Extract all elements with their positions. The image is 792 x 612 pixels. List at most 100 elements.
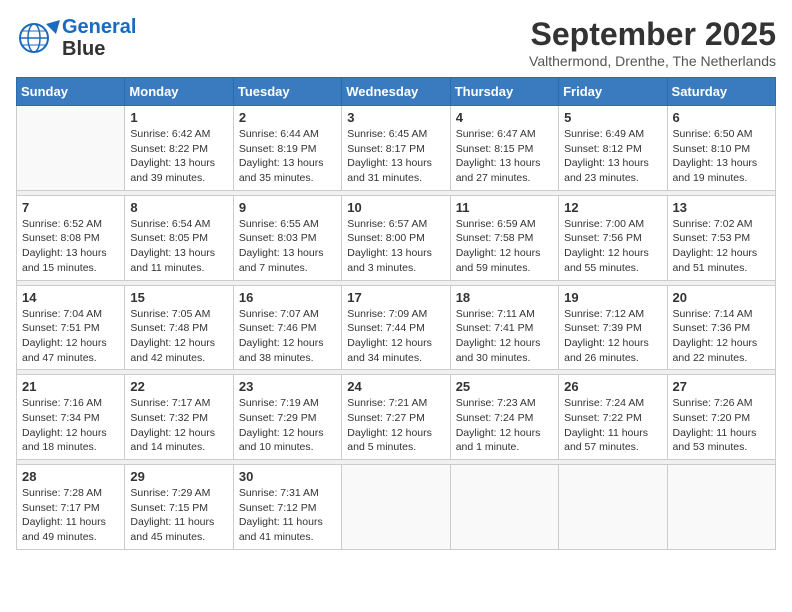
calendar-cell: 21 Sunrise: 7:16 AMSunset: 7:34 PMDayligh… (17, 375, 125, 460)
calendar-cell: 27Sunrise: 7:26 AMSunset: 7:20 PMDayligh… (667, 375, 775, 460)
title-block: September 2025 Valthermond, Drenthe, The… (529, 16, 776, 69)
calendar-week-row: 21 Sunrise: 7:16 AMSunset: 7:34 PMDayligh… (17, 375, 776, 460)
day-number: 20 (673, 290, 770, 305)
day-info: Sunrise: 7:12 AMSunset: 7:39 PMDaylight:… (564, 307, 661, 366)
location-subtitle: Valthermond, Drenthe, The Netherlands (529, 53, 776, 69)
day-number: 3 (347, 110, 444, 125)
calendar-cell: 7 Sunrise: 6:52 AMSunset: 8:08 PMDaylight… (17, 195, 125, 280)
calendar-cell: 1Sunrise: 6:42 AMSunset: 8:22 PMDaylight… (125, 106, 233, 191)
day-info: Sunrise: 6:47 AMSunset: 8:15 PMDaylight:… (456, 127, 553, 186)
day-number: 9 (239, 200, 336, 215)
calendar-cell (667, 465, 775, 550)
weekday-header: Thursday (450, 78, 558, 106)
day-info: Sunrise: 6:57 AMSunset: 8:00 PMDaylight:… (347, 217, 444, 276)
calendar-cell: 25 Sunrise: 7:23 AMSunset: 7:24 PMDayligh… (450, 375, 558, 460)
weekday-header: Friday (559, 78, 667, 106)
calendar-cell: 10 Sunrise: 6:57 AMSunset: 8:00 PMDayligh… (342, 195, 450, 280)
day-info: Sunrise: 7:24 AMSunset: 7:22 PMDaylight:… (564, 396, 661, 455)
weekday-header: Monday (125, 78, 233, 106)
logo-blue: Blue (62, 38, 136, 60)
day-info: Sunrise: 7:28 AMSunset: 7:17 PMDaylight:… (22, 486, 119, 545)
calendar-cell: 18Sunrise: 7:11 AMSunset: 7:41 PMDayligh… (450, 285, 558, 370)
day-info: Sunrise: 6:45 AMSunset: 8:17 PMDaylight:… (347, 127, 444, 186)
calendar-cell: 29Sunrise: 7:29 AMSunset: 7:15 PMDayligh… (125, 465, 233, 550)
day-number: 7 (22, 200, 119, 215)
calendar-cell: 23 Sunrise: 7:19 AMSunset: 7:29 PMDayligh… (233, 375, 341, 460)
day-info: Sunrise: 6:42 AMSunset: 8:22 PMDaylight:… (130, 127, 227, 186)
weekday-header: Sunday (17, 78, 125, 106)
logo: General Blue (16, 16, 136, 60)
weekday-header: Tuesday (233, 78, 341, 106)
calendar-cell: 12 Sunrise: 7:00 AMSunset: 7:56 PMDayligh… (559, 195, 667, 280)
calendar-week-row: 1Sunrise: 6:42 AMSunset: 8:22 PMDaylight… (17, 106, 776, 191)
calendar-cell (342, 465, 450, 550)
calendar-week-row: 28 Sunrise: 7:28 AMSunset: 7:17 PMDayligh… (17, 465, 776, 550)
logo-general: General (62, 16, 136, 38)
day-number: 11 (456, 200, 553, 215)
calendar-cell: 5 Sunrise: 6:49 AMSunset: 8:12 PMDaylight… (559, 106, 667, 191)
day-info: Sunrise: 7:23 AMSunset: 7:24 PMDaylight:… (456, 396, 553, 455)
calendar-week-row: 14Sunrise: 7:04 AMSunset: 7:51 PMDayligh… (17, 285, 776, 370)
day-number: 15 (130, 290, 227, 305)
day-number: 2 (239, 110, 336, 125)
day-info: Sunrise: 6:44 AMSunset: 8:19 PMDaylight:… (239, 127, 336, 186)
calendar-cell: 8Sunrise: 6:54 AMSunset: 8:05 PMDaylight… (125, 195, 233, 280)
day-number: 10 (347, 200, 444, 215)
day-info: Sunrise: 7:21 AMSunset: 7:27 PMDaylight:… (347, 396, 444, 455)
calendar-cell: 30Sunrise: 7:31 AMSunset: 7:12 PMDayligh… (233, 465, 341, 550)
day-number: 16 (239, 290, 336, 305)
day-info: Sunrise: 7:16 AMSunset: 7:34 PMDaylight:… (22, 396, 119, 455)
day-number: 27 (673, 379, 770, 394)
calendar-cell: 6Sunrise: 6:50 AMSunset: 8:10 PMDaylight… (667, 106, 775, 191)
day-info: Sunrise: 7:00 AMSunset: 7:56 PMDaylight:… (564, 217, 661, 276)
day-info: Sunrise: 6:49 AMSunset: 8:12 PMDaylight:… (564, 127, 661, 186)
calendar-cell: 16 Sunrise: 7:07 AMSunset: 7:46 PMDayligh… (233, 285, 341, 370)
day-info: Sunrise: 6:54 AMSunset: 8:05 PMDaylight:… (130, 217, 227, 276)
day-number: 17 (347, 290, 444, 305)
day-info: Sunrise: 7:29 AMSunset: 7:15 PMDaylight:… (130, 486, 227, 545)
day-info: Sunrise: 7:17 AMSunset: 7:32 PMDaylight:… (130, 396, 227, 455)
day-number: 24 (347, 379, 444, 394)
calendar-cell: 13Sunrise: 7:02 AMSunset: 7:53 PMDayligh… (667, 195, 775, 280)
calendar-cell: 28 Sunrise: 7:28 AMSunset: 7:17 PMDayligh… (17, 465, 125, 550)
calendar-header-row: SundayMondayTuesdayWednesdayThursdayFrid… (17, 78, 776, 106)
day-info: Sunrise: 7:19 AMSunset: 7:29 PMDaylight:… (239, 396, 336, 455)
day-number: 21 (22, 379, 119, 394)
calendar-cell: 22Sunrise: 7:17 AMSunset: 7:32 PMDayligh… (125, 375, 233, 460)
calendar-cell (450, 465, 558, 550)
calendar-cell: 9Sunrise: 6:55 AMSunset: 8:03 PMDaylight… (233, 195, 341, 280)
calendar-cell (559, 465, 667, 550)
calendar-cell: 24 Sunrise: 7:21 AMSunset: 7:27 PMDayligh… (342, 375, 450, 460)
day-info: Sunrise: 7:14 AMSunset: 7:36 PMDaylight:… (673, 307, 770, 366)
day-info: Sunrise: 7:09 AMSunset: 7:44 PMDaylight:… (347, 307, 444, 366)
day-number: 23 (239, 379, 336, 394)
month-title: September 2025 (529, 16, 776, 53)
day-number: 5 (564, 110, 661, 125)
calendar-cell: 4 Sunrise: 6:47 AMSunset: 8:15 PMDaylight… (450, 106, 558, 191)
day-info: Sunrise: 7:07 AMSunset: 7:46 PMDaylight:… (239, 307, 336, 366)
day-number: 28 (22, 469, 119, 484)
day-number: 4 (456, 110, 553, 125)
calendar-cell: 14Sunrise: 7:04 AMSunset: 7:51 PMDayligh… (17, 285, 125, 370)
calendar-cell: 19 Sunrise: 7:12 AMSunset: 7:39 PMDayligh… (559, 285, 667, 370)
day-number: 12 (564, 200, 661, 215)
day-info: Sunrise: 6:59 AMSunset: 7:58 PMDaylight:… (456, 217, 553, 276)
day-number: 19 (564, 290, 661, 305)
weekday-header: Wednesday (342, 78, 450, 106)
calendar-cell: 20 Sunrise: 7:14 AMSunset: 7:36 PMDayligh… (667, 285, 775, 370)
calendar-cell: 26 Sunrise: 7:24 AMSunset: 7:22 PMDayligh… (559, 375, 667, 460)
day-number: 25 (456, 379, 553, 394)
logo-icon (16, 20, 60, 56)
calendar-cell: 2 Sunrise: 6:44 AMSunset: 8:19 PMDaylight… (233, 106, 341, 191)
calendar-week-row: 7 Sunrise: 6:52 AMSunset: 8:08 PMDaylight… (17, 195, 776, 280)
day-number: 26 (564, 379, 661, 394)
weekday-header: Saturday (667, 78, 775, 106)
calendar-cell: 3 Sunrise: 6:45 AMSunset: 8:17 PMDaylight… (342, 106, 450, 191)
day-info: Sunrise: 7:02 AMSunset: 7:53 PMDaylight:… (673, 217, 770, 276)
calendar-cell (17, 106, 125, 191)
day-number: 14 (22, 290, 119, 305)
day-info: Sunrise: 6:50 AMSunset: 8:10 PMDaylight:… (673, 127, 770, 186)
page-header: General Blue September 2025 Valthermond,… (16, 16, 776, 69)
calendar-table: SundayMondayTuesdayWednesdayThursdayFrid… (16, 77, 776, 550)
day-info: Sunrise: 6:52 AMSunset: 8:08 PMDaylight:… (22, 217, 119, 276)
